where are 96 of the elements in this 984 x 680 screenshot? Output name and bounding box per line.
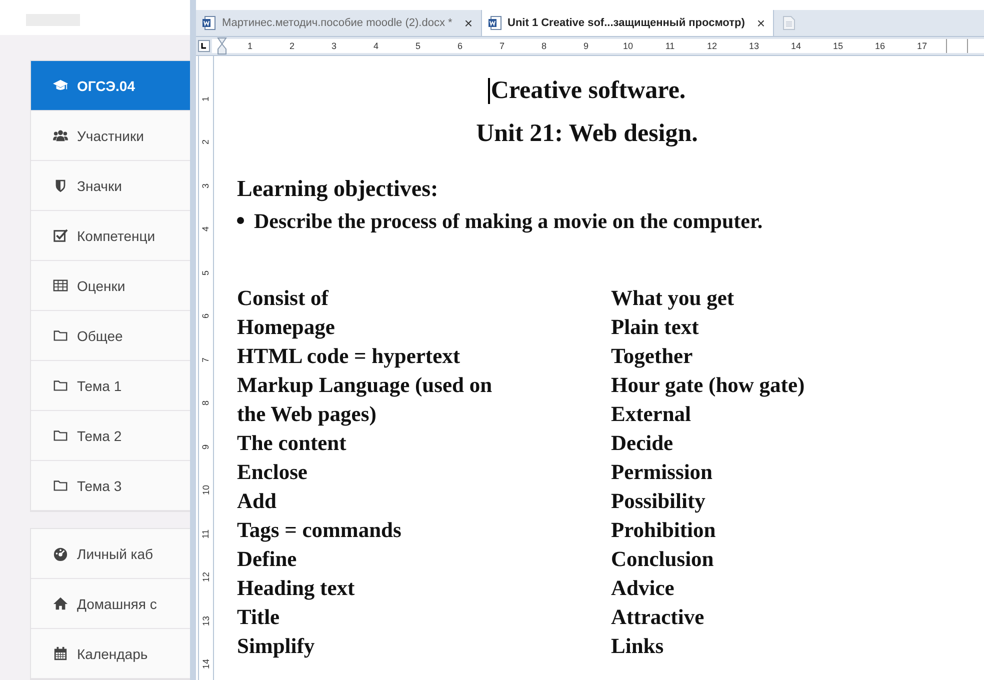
vocabulary-term: External <box>611 402 692 426</box>
checkbox-icon <box>53 228 68 243</box>
ruler-number: 15 <box>832 41 844 51</box>
nav-item[interactable]: ОГСЭ.04 <box>31 61 190 111</box>
ruler-number: 16 <box>874 41 886 51</box>
ruler-number: 5 <box>414 41 422 51</box>
ruler-number: 11 <box>664 41 676 51</box>
vocabulary-term: Prohibition <box>611 518 716 542</box>
tab-stop-icon[interactable] <box>198 40 210 52</box>
vocabulary-term: Attractive <box>611 604 704 628</box>
ruler-number: 7 <box>498 41 506 51</box>
vocabulary-term: Decide <box>611 430 674 454</box>
dashboard-icon <box>53 546 68 561</box>
ruler-number: 10 <box>201 485 211 496</box>
nav-item[interactable]: Тема 3 <box>31 461 190 511</box>
vocabulary-term: Tags = commands <box>237 518 402 542</box>
ruler-number: 2 <box>201 140 211 145</box>
vocabulary-term: Permission <box>611 460 713 484</box>
ruler-number: 13 <box>201 616 211 626</box>
ruler-number: 11 <box>201 529 211 538</box>
folder-icon <box>53 328 68 343</box>
folder-icon <box>53 378 68 393</box>
document-tab[interactable]: Unit 1 Creative sof...защищенный просмотр) × <box>482 10 774 36</box>
nav-item[interactable]: Тема 1 <box>31 361 190 411</box>
vocabulary-term: Homepage <box>237 314 335 338</box>
nav-item[interactable]: Оценки <box>31 261 190 311</box>
ruler-number: 6 <box>456 41 464 51</box>
nav-item[interactable]: Календарь <box>31 629 190 679</box>
nav-item[interactable]: Личный каб <box>31 529 190 579</box>
home-icon <box>53 596 68 611</box>
ruler-number: 7 <box>201 357 211 362</box>
vocabulary-term: Plain text <box>611 314 699 338</box>
vocabulary-term: What you get <box>611 286 734 310</box>
vocabulary-term: Add <box>237 488 276 512</box>
shield-icon <box>53 178 68 193</box>
nav-item[interactable]: Тема 2 <box>31 411 190 461</box>
ruler-number: 13 <box>748 41 760 51</box>
nav-item[interactable]: Участники <box>31 111 190 161</box>
bullet-icon <box>237 217 244 224</box>
ruler-number: 9 <box>201 444 211 450</box>
text-cursor <box>488 78 490 104</box>
nav-item[interactable]: Общее <box>31 311 190 361</box>
ruler-number: 14 <box>790 41 802 51</box>
folder-icon <box>53 478 68 493</box>
vocabulary-term: The content <box>237 430 346 454</box>
vocabulary-term: Hour gate (how gate) <box>611 372 805 396</box>
vocabulary-term: Title <box>237 604 280 628</box>
document-title: Unit 21: Web design. <box>476 118 698 148</box>
ruler-number: 17 <box>916 41 928 51</box>
calendar-icon <box>53 646 68 661</box>
ruler-number: 1 <box>246 41 254 51</box>
indent-marker-icon[interactable] <box>217 37 227 55</box>
ruler-number: 10 <box>622 41 634 51</box>
vocabulary-term: Together <box>611 344 693 368</box>
section-heading: Learning objectives: <box>237 176 438 200</box>
ruler-number: 5 <box>201 270 211 276</box>
vocabulary-term: Links <box>611 634 664 658</box>
document-icon <box>488 16 502 30</box>
vocabulary-term: Enclose <box>237 460 308 484</box>
vocabulary-term: the Web pages) <box>237 402 376 426</box>
document-tab[interactable]: Мартинес.методич.пособие moodle (2).docx * × <box>196 10 482 36</box>
ruler-number: 1 <box>201 96 211 102</box>
nav-item[interactable]: Домашняя с <box>31 579 190 629</box>
vocabulary-term: Conclusion <box>611 546 714 570</box>
folder-icon <box>53 428 68 443</box>
nav-item[interactable]: Значки <box>31 161 190 211</box>
vocabulary-term: Advice <box>611 576 674 600</box>
vocabulary-term: HTML code = hypertext <box>237 344 460 368</box>
ruler-number: 9 <box>582 41 590 51</box>
graduation-cap-icon <box>53 78 68 93</box>
ruler-number: 2 <box>288 41 296 51</box>
vocabulary-term: Possibility <box>611 488 706 512</box>
vocabulary-term: Consist of <box>237 286 328 310</box>
ruler-number: 12 <box>706 41 718 51</box>
vocabulary-term: Heading text <box>237 576 355 600</box>
close-icon[interactable]: × <box>464 15 472 31</box>
vocabulary-term: Markup Language (used on <box>237 372 492 396</box>
ruler-number: 8 <box>540 41 548 51</box>
nav-item[interactable]: Компетенци <box>31 211 190 261</box>
ruler-number: 4 <box>201 226 211 232</box>
vocabulary-term: Define <box>237 546 297 570</box>
document-title: Creative software. <box>490 76 686 106</box>
close-icon[interactable]: × <box>756 15 766 31</box>
new-tab-icon[interactable] <box>783 16 796 30</box>
document-icon <box>202 16 216 30</box>
vocabulary-term: Simplify <box>237 634 315 658</box>
ruler-number: 14 <box>201 659 211 670</box>
ruler-number: 8 <box>201 400 211 406</box>
users-icon <box>53 128 68 143</box>
ruler-number: 4 <box>372 41 380 51</box>
ruler-number: 3 <box>201 183 211 188</box>
ruler-number: 12 <box>201 572 211 582</box>
ruler-number: 3 <box>330 41 338 51</box>
ruler-number: 6 <box>201 314 211 319</box>
bullet-text: Describe the process of making a movie on the computer. <box>254 208 763 235</box>
table-icon <box>53 278 68 293</box>
